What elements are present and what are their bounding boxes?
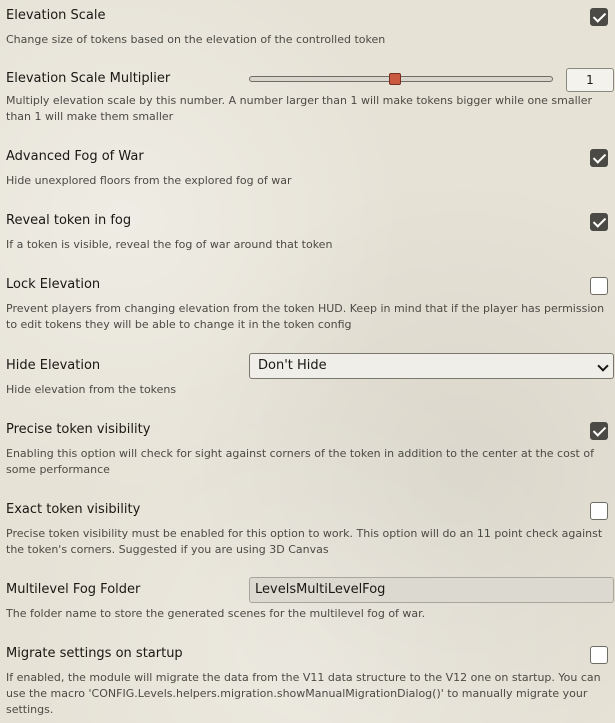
setting-label: Lock Elevation [6,277,101,292]
setting-label: Multilevel Fog Folder [6,582,141,597]
setting-hint: The folder name to store the generated s… [6,607,426,620]
elevation-multiplier-value[interactable]: 1 [566,68,614,92]
select-value: Don't Hide [258,358,327,373]
setting-label: Precise token visibility [6,422,151,437]
setting-hint: Multiply elevation scale by this number.… [6,94,593,123]
lock-elevation-checkbox[interactable] [590,277,608,295]
reveal-token-checkbox[interactable] [590,213,608,231]
setting-hint: Precise token visibility must be enabled… [6,527,603,556]
precise-visibility-checkbox[interactable] [590,422,608,440]
setting-hint: Prevent players from changing elevation … [6,302,605,331]
setting-label: Reveal token in fog [6,213,132,228]
setting-label: Elevation Scale Multiplier [6,71,171,86]
setting-hint: If a token is visible, reveal the fog of… [6,238,333,251]
advanced-fog-checkbox[interactable] [590,149,608,167]
chevron-down-icon [597,360,609,372]
setting-label: Hide Elevation [6,358,101,373]
setting-label: Elevation Scale [6,8,106,23]
setting-hint: Hide unexplored floors from the explored… [6,174,292,187]
migrate-settings-checkbox[interactable] [590,646,608,664]
hide-elevation-select[interactable]: Don't Hide [249,353,614,379]
setting-label: Advanced Fog of War [6,149,144,164]
setting-hint: Enabling this option will check for sigh… [6,447,594,476]
setting-label: Exact token visibility [6,502,141,517]
exact-visibility-checkbox[interactable] [590,502,608,520]
setting-hint: Change size of tokens based on the eleva… [6,33,386,46]
setting-hint: If enabled, the module will migrate the … [6,671,601,716]
elevation-multiplier-slider[interactable] [249,73,553,85]
elevation-scale-checkbox[interactable] [590,8,608,26]
slider-thumb[interactable] [389,73,401,85]
fog-folder-input[interactable]: LevelsMultiLevelFog [249,577,614,603]
setting-label: Migrate settings on startup [6,646,183,661]
setting-hint: Hide elevation from the tokens [6,383,177,396]
